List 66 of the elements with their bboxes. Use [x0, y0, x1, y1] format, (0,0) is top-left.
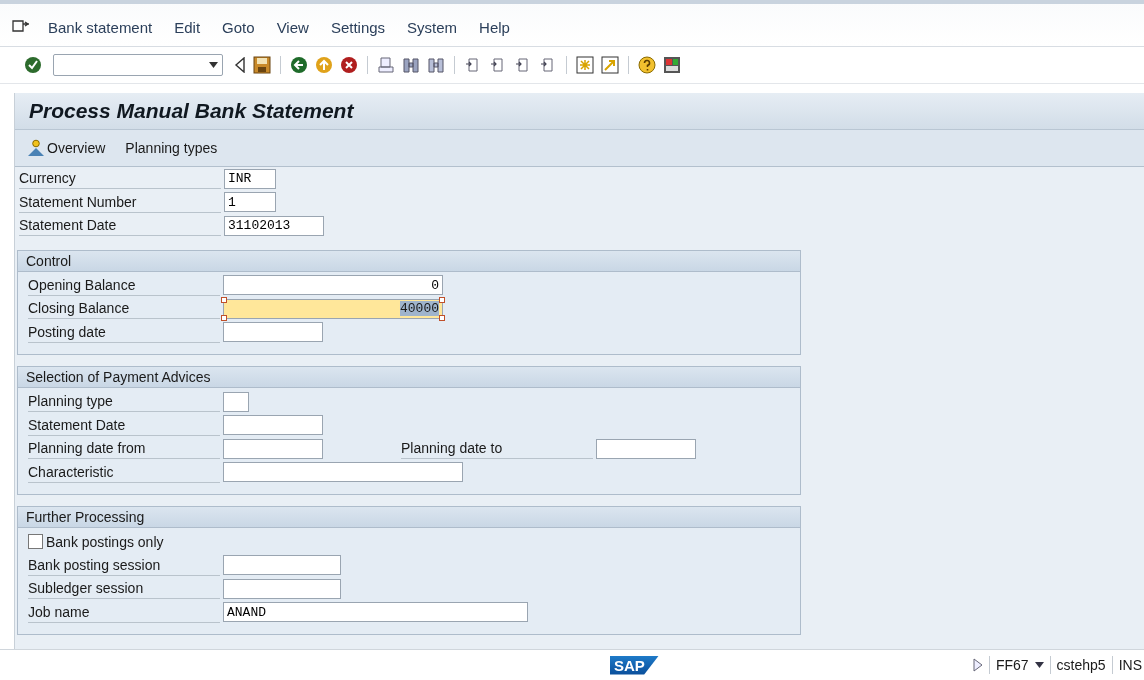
- field-label: Closing Balance: [28, 298, 220, 320]
- field-label: Statement Date: [19, 215, 221, 237]
- window-icon[interactable]: [576, 56, 594, 74]
- input-mode: INS: [1118, 657, 1142, 673]
- field-label: Planning date to: [401, 438, 593, 460]
- play-icon[interactable]: [972, 658, 983, 672]
- group-title: Selection of Payment Advices: [26, 369, 211, 385]
- field-label: Subledger session: [28, 578, 220, 600]
- transaction-code: FF67: [995, 657, 1029, 673]
- enter-icon[interactable]: [24, 56, 42, 74]
- checkbox[interactable]: [28, 534, 43, 550]
- field-label: Bank posting session: [28, 554, 220, 576]
- input-field[interactable]: [223, 555, 341, 576]
- field-label: Posting date: [28, 321, 220, 343]
- screen-title: Process Manual Bank Statement: [29, 99, 354, 123]
- find-icon[interactable]: [402, 56, 420, 74]
- person-icon: [27, 139, 45, 157]
- system-name: cstehp5: [1056, 657, 1106, 673]
- menu-item[interactable]: Help: [479, 18, 510, 36]
- input-field[interactable]: 1: [224, 192, 276, 213]
- exit-icon[interactable]: [315, 56, 333, 74]
- command-field[interactable]: [53, 54, 223, 76]
- menu-item[interactable]: Settings: [330, 18, 386, 36]
- toolbar-button[interactable]: Planning types: [121, 138, 222, 158]
- back-triangle-icon[interactable]: [234, 57, 246, 73]
- group-title: Control: [26, 252, 72, 269]
- group-title: Further Processing: [26, 509, 145, 525]
- save-icon[interactable]: [253, 56, 271, 74]
- input-field[interactable]: 31102013: [224, 215, 324, 236]
- layout-icon[interactable]: [663, 56, 681, 74]
- field-label: Statement Date: [28, 414, 220, 436]
- dropdown-icon[interactable]: [209, 62, 218, 68]
- field-label: Characteristic: [28, 461, 220, 483]
- input-field[interactable]: ANAND: [223, 602, 528, 623]
- find-next-icon[interactable]: [427, 56, 445, 74]
- input-field[interactable]: 40000: [223, 298, 443, 319]
- cancel-icon[interactable]: [340, 56, 358, 74]
- field-label: Planning date from: [28, 438, 220, 460]
- print-icon[interactable]: [377, 56, 395, 74]
- input-field[interactable]: INR: [224, 168, 276, 189]
- field-label: Statement Number: [19, 191, 221, 213]
- menu-item[interactable]: Edit: [174, 18, 201, 36]
- logo: SAP: [610, 655, 659, 675]
- field-label: Currency: [19, 168, 221, 190]
- back-icon[interactable]: [290, 56, 308, 74]
- menu-item[interactable]: Bank statement: [48, 18, 153, 36]
- input-field[interactable]: [223, 462, 463, 483]
- dropdown-icon[interactable]: [1034, 662, 1044, 668]
- input-field[interactable]: [223, 415, 323, 436]
- input-field[interactable]: [223, 322, 323, 343]
- checkbox-label: Bank postings only: [46, 533, 164, 550]
- input-field[interactable]: [596, 438, 696, 459]
- field-label: Job name: [28, 601, 220, 623]
- menu-item[interactable]: System: [407, 18, 458, 36]
- input-field[interactable]: 0: [223, 275, 443, 296]
- toolbar-button[interactable]: Overview: [23, 137, 110, 159]
- input-field[interactable]: [223, 578, 341, 599]
- field-label: Opening Balance: [28, 274, 220, 296]
- field-label: Planning type: [28, 391, 220, 413]
- menu-item[interactable]: Goto: [222, 18, 255, 36]
- help-icon[interactable]: [638, 56, 656, 74]
- input-field[interactable]: [223, 438, 323, 459]
- menu-icon[interactable]: [12, 19, 30, 35]
- menu-item[interactable]: View: [276, 18, 309, 36]
- shortcut-icon[interactable]: [601, 56, 619, 74]
- input-field[interactable]: [223, 391, 249, 412]
